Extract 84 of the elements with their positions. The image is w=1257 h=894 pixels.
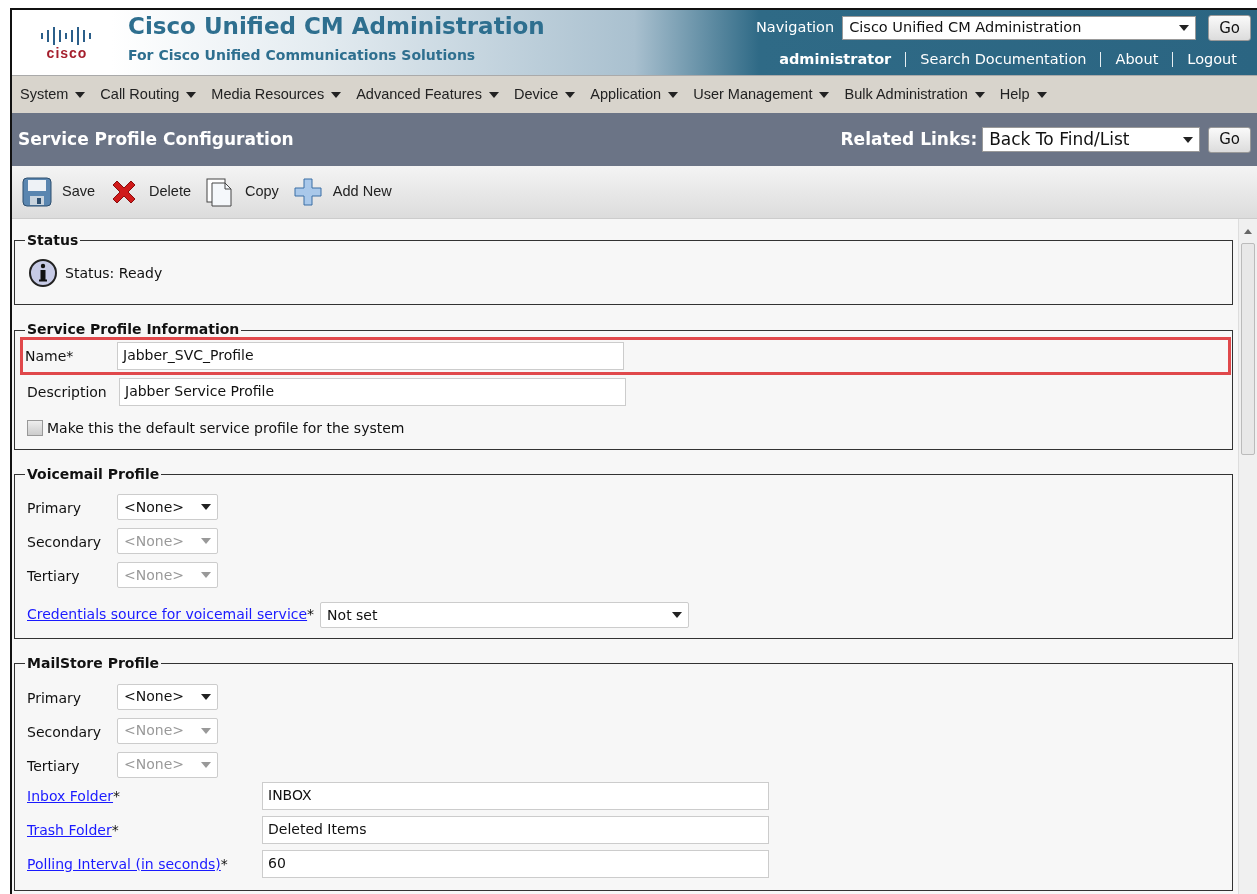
save-icon — [22, 177, 52, 207]
header-link[interactable]: Logout — [1172, 52, 1251, 68]
toolbar-button[interactable]: Copy — [205, 177, 279, 207]
go-button[interactable]: Go — [1208, 15, 1251, 41]
field-label: Description — [27, 382, 107, 402]
caret-icon — [565, 91, 576, 98]
caret-icon — [201, 761, 211, 768]
menu-item[interactable]: System — [20, 83, 86, 106]
caret-icon — [186, 91, 197, 98]
caret-icon — [1036, 91, 1047, 98]
field-link[interactable]: Credentials source for voicemail service — [27, 604, 308, 626]
caret-icon — [819, 91, 830, 98]
required-mark: * — [307, 605, 315, 625]
field-label: Primary — [27, 499, 82, 519]
field-label: Tertiary — [27, 756, 80, 776]
scrollbar-thumb[interactable] — [1241, 243, 1255, 455]
logo-bars-icon — [41, 25, 93, 46]
required-mark: * — [113, 786, 121, 806]
dropdown[interactable]: <None> — [117, 683, 218, 710]
header-link[interactable]: Search Documentation — [905, 52, 1101, 68]
app-title: Cisco Unified CM Administration — [128, 14, 545, 40]
scrollbar[interactable] — [1238, 219, 1257, 894]
scroll-up-icon[interactable] — [1244, 229, 1252, 234]
caret-icon — [1179, 25, 1190, 31]
text-field[interactable]: 60 — [262, 849, 769, 878]
required-mark: * — [111, 820, 119, 840]
menu-item[interactable]: User Management — [693, 83, 830, 106]
field-label: Primary — [27, 688, 82, 708]
go-button[interactable]: Go — [1208, 126, 1251, 153]
text-field[interactable]: Deleted Items — [262, 815, 769, 844]
text-field[interactable]: Jabber Service Profile — [119, 377, 626, 406]
required-mark: * — [66, 346, 74, 366]
field-label: Tertiary — [27, 567, 80, 587]
required-mark: * — [220, 854, 228, 874]
field-link[interactable]: Trash Folder — [27, 819, 112, 841]
header-link[interactable]: About — [1100, 52, 1173, 68]
text-field[interactable]: INBOX — [262, 781, 769, 810]
caret-icon — [974, 91, 985, 98]
caret-icon — [1183, 136, 1194, 143]
navigation-label: Navigation — [755, 18, 835, 38]
section-title: MailStore Profile — [26, 656, 161, 672]
field-label: Secondary — [27, 533, 102, 553]
caret-icon — [75, 91, 86, 98]
user-name: administrator — [779, 50, 893, 69]
copy-icon — [205, 177, 235, 207]
field-label: Secondary — [27, 722, 102, 742]
caret-icon — [672, 612, 683, 619]
checkbox[interactable] — [27, 420, 43, 437]
section-title: Voicemail Profile — [26, 466, 161, 483]
app-subtitle: For Cisco Unified Communications Solutions — [128, 46, 477, 66]
section-title: Service Profile Information — [26, 322, 241, 338]
caret-icon — [201, 538, 211, 545]
menu-item[interactable]: Device — [513, 83, 576, 106]
add-icon — [292, 177, 323, 207]
page-title: Service Profile Configuration — [18, 127, 294, 151]
toolbar-button[interactable]: Add New — [292, 177, 392, 207]
menu-item[interactable]: Media Resources — [211, 83, 342, 106]
text-field[interactable]: Jabber_SVC_Profile — [117, 341, 624, 370]
caret-icon — [201, 727, 211, 734]
menu-item[interactable]: Call Routing — [100, 83, 197, 106]
toolbar-button[interactable]: Delete — [109, 177, 191, 207]
field-link[interactable]: Polling Interval (in seconds) — [27, 853, 221, 875]
menu-item[interactable]: Bulk Administration — [844, 83, 985, 106]
caret-icon — [201, 504, 211, 511]
status-text: Status: Ready — [65, 263, 163, 283]
dropdown[interactable]: Not set — [320, 602, 690, 629]
toolbar-button[interactable]: Save — [22, 177, 96, 207]
logo-text: cisco — [46, 45, 88, 60]
menu-item[interactable]: Help — [999, 83, 1047, 106]
menu-item[interactable]: Application — [590, 83, 679, 106]
field-link[interactable]: Inbox Folder — [27, 785, 114, 807]
caret-icon — [201, 693, 211, 700]
caret-icon — [201, 572, 211, 579]
checkbox-label: Make this the default service profile for the system — [47, 418, 405, 438]
section-title: Status — [26, 233, 80, 249]
caret-icon — [668, 91, 679, 98]
caret-icon — [488, 91, 499, 98]
menu-item[interactable]: Advanced Features — [356, 83, 499, 106]
related-links-label: Related Links: — [840, 127, 978, 151]
dropdown[interactable]: <None> — [117, 494, 218, 521]
field-label: Name — [25, 346, 67, 366]
caret-icon — [331, 91, 342, 98]
related-links-dropdown[interactable]: Back To Find/List — [982, 127, 1201, 152]
navigation-dropdown[interactable]: Cisco Unified CM Administration — [842, 16, 1197, 40]
